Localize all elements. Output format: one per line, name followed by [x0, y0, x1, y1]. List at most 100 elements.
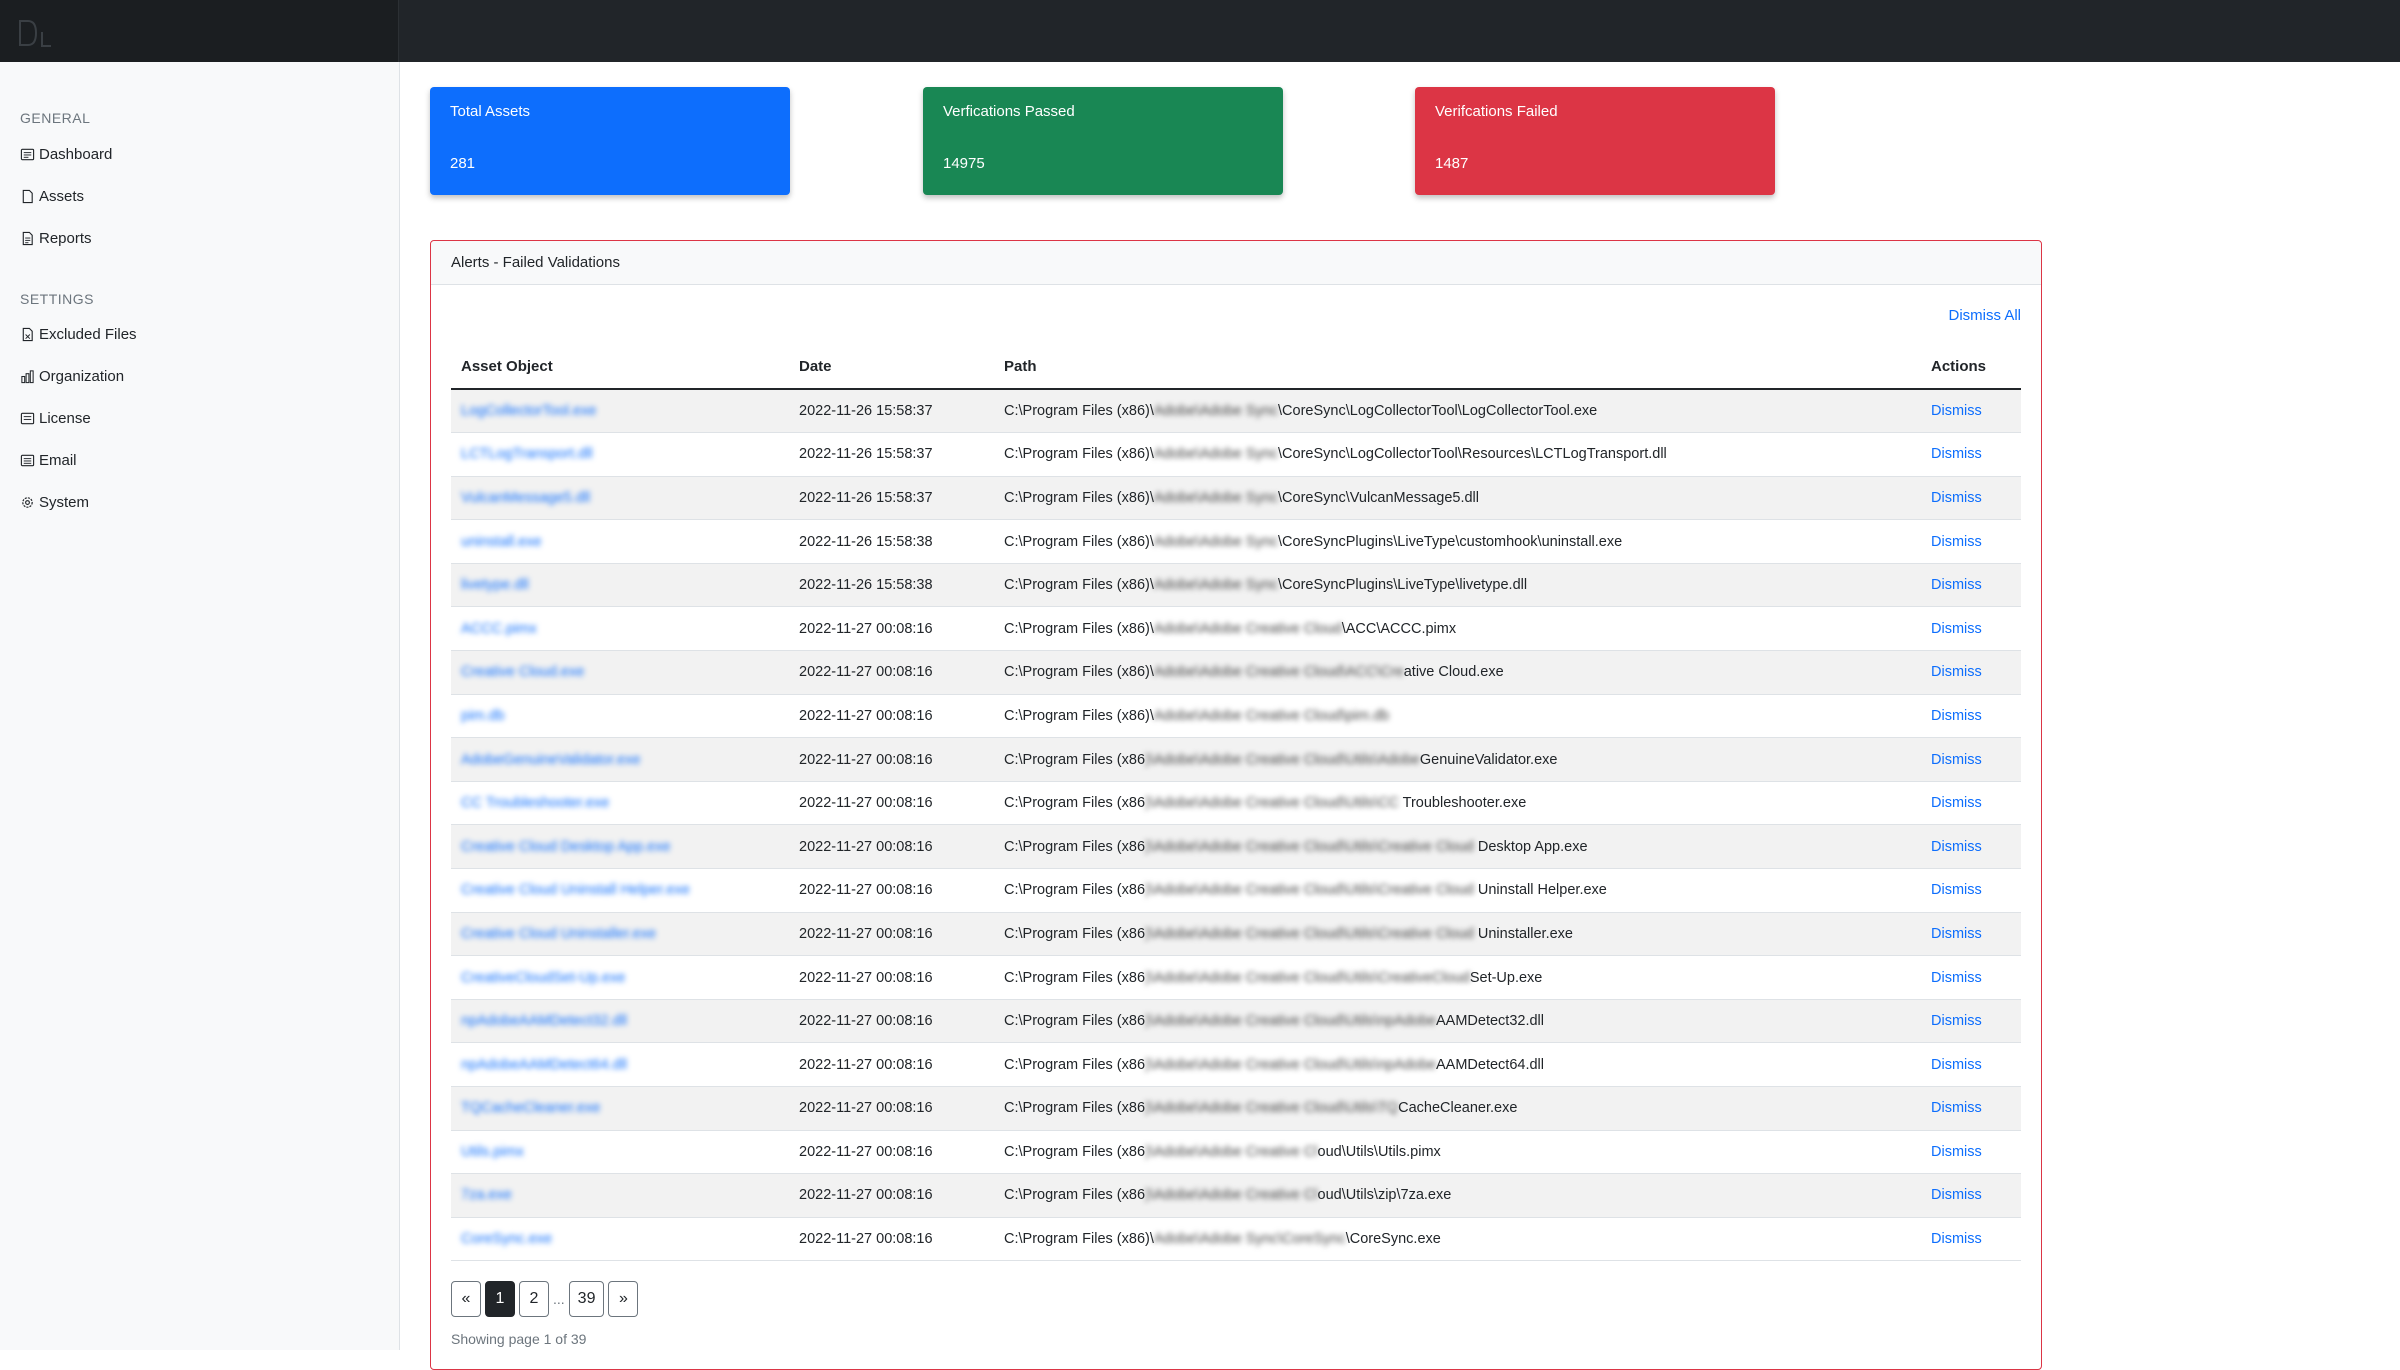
asset-link[interactable]: CC Troubleshooter.exe	[461, 795, 609, 811]
asset-link[interactable]: pim.db	[461, 708, 505, 724]
dismiss-button[interactable]: Dismiss	[1931, 1231, 1982, 1247]
dismiss-button[interactable]: Dismiss	[1931, 882, 1982, 898]
asset-link[interactable]: livetype.dll	[461, 577, 529, 593]
asset-link[interactable]: Utils.pimx	[461, 1144, 524, 1160]
stat-value: 281	[450, 155, 476, 172]
asset-link[interactable]: npAdobeAAMDetect32.dll	[461, 1013, 627, 1029]
path-redacted: )\Adobe\Adobe Creative Cloud\Utils\CC	[1145, 795, 1399, 812]
dismiss-button[interactable]: Dismiss	[1931, 664, 1982, 680]
cell-asset-object: ACCC.pimx	[451, 606, 789, 652]
path-suffix: oud\Utils\Utils.pimx	[1317, 1143, 1441, 1160]
stat-card-total-assets: Total Assets 281	[430, 87, 790, 195]
dismiss-button[interactable]: Dismiss	[1931, 403, 1982, 419]
column-header-asset-object[interactable]: Asset Object	[451, 345, 789, 390]
cell-asset-object: Creative Cloud Uninstall Helper.exe	[451, 868, 789, 913]
asset-link[interactable]: Creative Cloud.exe	[461, 664, 584, 680]
path-redacted: Adobe\Adobe Creative Cloud\pim.db	[1153, 707, 1390, 724]
dismiss-button[interactable]: Dismiss	[1931, 621, 1982, 637]
dismiss-button[interactable]: Dismiss	[1931, 1144, 1982, 1160]
dismiss-button[interactable]: Dismiss	[1931, 1187, 1982, 1203]
dismiss-button[interactable]: Dismiss	[1931, 1057, 1982, 1073]
dismiss-button[interactable]: Dismiss	[1931, 446, 1982, 462]
path-suffix: \CoreSync.exe	[1345, 1231, 1441, 1248]
table-row: npAdobeAAMDetect64.dll 2022-11-27 00:08:1…	[451, 1042, 2021, 1087]
dismiss-button[interactable]: Dismiss	[1931, 926, 1982, 942]
asset-link[interactable]: Creative Cloud Uninstaller.exe	[461, 926, 656, 942]
path-prefix: C:\Program Files (x86	[1004, 795, 1146, 812]
path-prefix: C:\Program Files (x86	[1004, 1143, 1146, 1160]
path-prefix: C:\Program Files (x86)\	[1004, 446, 1154, 463]
asset-link[interactable]: Creative Cloud Uninstall Helper.exe	[461, 882, 690, 898]
sidebar-item-label: Email	[39, 451, 77, 469]
cell-date: 2022-11-26 15:58:37	[789, 389, 994, 434]
dismiss-button[interactable]: Dismiss	[1931, 534, 1982, 550]
asset-link[interactable]: TQCacheCleaner.exe	[461, 1100, 600, 1116]
sidebar-heading-general: GENERAL	[20, 110, 91, 126]
page-button-2[interactable]: 2	[519, 1281, 549, 1317]
dismiss-button[interactable]: Dismiss	[1931, 708, 1982, 724]
asset-link[interactable]: LCTLogTransport.dll	[461, 446, 593, 462]
cell-path: C:\Program Files (x86)\Adobe\Adobe Creat…	[994, 781, 1921, 826]
asset-link[interactable]: LogCollectorTool.exe	[461, 403, 596, 419]
dismiss-all-link[interactable]: Dismiss All	[1948, 307, 2021, 324]
cell-path: C:\Program Files (x86)\Adobe\Adobe Creat…	[994, 694, 1921, 739]
cell-path: C:\Program Files (x86)\Adobe\Adobe Creat…	[994, 737, 1921, 782]
sidebar-item-license[interactable]: License	[20, 406, 91, 430]
cell-actions: Dismiss	[1921, 476, 2021, 521]
asset-link[interactable]: uninstall.exe	[461, 534, 542, 550]
page-button-1[interactable]: 1	[485, 1281, 515, 1317]
dismiss-button[interactable]: Dismiss	[1931, 490, 1982, 506]
path-prefix: C:\Program Files (x86)\	[1004, 707, 1154, 724]
path-suffix: \CoreSyncPlugins\LiveType\livetype.dll	[1278, 577, 1528, 594]
sidebar-item-email[interactable]: Email	[20, 448, 77, 472]
sidebar-item-excluded-files[interactable]: Excluded Files	[20, 322, 137, 346]
dismiss-button[interactable]: Dismiss	[1931, 839, 1982, 855]
path-suffix: ative Cloud.exe	[1403, 664, 1504, 681]
cell-asset-object: Utils.pimx	[451, 1130, 789, 1175]
dismiss-button[interactable]: Dismiss	[1931, 577, 1982, 593]
cell-date: 2022-11-27 00:08:16	[789, 650, 994, 695]
cell-asset-object: Creative Cloud Uninstaller.exe	[451, 912, 789, 957]
dismiss-button[interactable]: Dismiss	[1931, 1013, 1982, 1029]
asset-link[interactable]: npAdobeAAMDetect64.dll	[461, 1057, 627, 1073]
asset-link[interactable]: CoreSync.exe	[461, 1231, 552, 1247]
cell-date: 2022-11-27 00:08:16	[789, 606, 994, 652]
sidebar-item-assets[interactable]: Assets	[20, 184, 84, 208]
dismiss-button[interactable]: Dismiss	[1931, 752, 1982, 768]
sidebar-item-dashboard[interactable]: Dashboard	[20, 142, 112, 166]
asset-link[interactable]: VulcanMessage5.dll	[461, 490, 590, 506]
path-suffix: Set-Up.exe	[1469, 969, 1543, 986]
sidebar-item-organization[interactable]: Organization	[20, 364, 124, 388]
path-prefix: C:\Program Files (x86)\	[1004, 489, 1154, 506]
dismiss-button[interactable]: Dismiss	[1931, 970, 1982, 986]
path-prefix: C:\Program Files (x86	[1004, 1056, 1146, 1073]
table-row: npAdobeAAMDetect32.dll 2022-11-27 00:08:1…	[451, 999, 2021, 1044]
brand-logo-icon[interactable]	[18, 18, 52, 48]
sidebar-item-system[interactable]: System	[20, 490, 89, 514]
path-prefix: C:\Program Files (x86	[1004, 925, 1146, 942]
asset-link[interactable]: 7za.exe	[461, 1187, 512, 1203]
sidebar-item-label: Dashboard	[39, 145, 113, 163]
file-icon	[22, 189, 33, 203]
column-header-date[interactable]: Date	[789, 345, 994, 390]
asset-link[interactable]: Creative Cloud Desktop App.exe	[461, 839, 671, 855]
asset-link[interactable]: AdobeGenuineValidator.exe	[461, 752, 641, 768]
table-row: pim.db 2022-11-27 00:08:16 C:\Program File…	[451, 694, 2021, 739]
path-prefix: C:\Program Files (x86)\	[1004, 577, 1154, 594]
path-suffix: \ACC\ACCC.pimx	[1341, 620, 1457, 637]
cell-actions: Dismiss	[1921, 606, 2021, 652]
page-next-button[interactable]: »	[608, 1281, 639, 1317]
main-content: Total Assets 281 Verfications Passed 149…	[400, 62, 2400, 1370]
page-button-last[interactable]: 39	[568, 1281, 605, 1317]
cell-date: 2022-11-27 00:08:16	[789, 1217, 994, 1262]
cell-actions: Dismiss	[1921, 1173, 2021, 1218]
license-icon	[20, 412, 35, 424]
dismiss-button[interactable]: Dismiss	[1931, 795, 1982, 811]
dismiss-button[interactable]: Dismiss	[1931, 1100, 1982, 1116]
table-row: uninstall.exe 2022-11-26 15:58:38 C:\Progr…	[451, 519, 2021, 564]
page-prev-button[interactable]: «	[451, 1281, 481, 1317]
sidebar-item-reports[interactable]: Reports	[20, 226, 92, 250]
column-header-path[interactable]: Path	[994, 345, 1921, 390]
asset-link[interactable]: ACCC.pimx	[461, 621, 537, 637]
asset-link[interactable]: CreativeCloudSet-Up.exe	[461, 970, 625, 986]
